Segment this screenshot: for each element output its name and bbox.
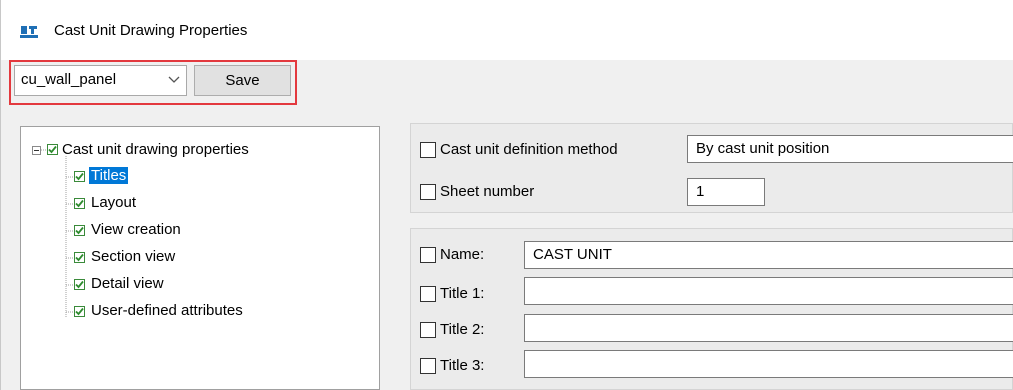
definition-method-field[interactable]: By cast unit position	[687, 135, 1013, 163]
window-left-border	[0, 0, 1, 390]
preset-value: cu_wall_panel	[21, 71, 117, 88]
title1-field[interactable]	[524, 277, 1013, 305]
name-field[interactable]: CAST UNIT	[524, 241, 1013, 269]
titles-group: Name: CAST UNIT Title 1: Title 2: Title …	[410, 228, 1013, 390]
checkbox-checked-icon[interactable]	[74, 198, 85, 209]
chevron-down-icon	[168, 76, 180, 83]
title3-field[interactable]	[524, 350, 1013, 378]
tree-item-user-defined-attributes[interactable]: User-defined attributes	[91, 302, 243, 319]
title-bar: Cast Unit Drawing Properties	[0, 0, 1013, 60]
tree-root-label[interactable]: Cast unit drawing properties	[62, 141, 249, 158]
definition-method-label: Cast unit definition method	[440, 141, 618, 158]
name-label: Name:	[440, 246, 485, 263]
tekla-drawing-icon	[20, 26, 38, 38]
property-tree[interactable]: Cast unit drawing properties Titles Layo…	[20, 126, 380, 390]
preset-dropdown[interactable]: cu_wall_panel	[14, 65, 187, 96]
checkbox-checked-icon[interactable]	[74, 171, 85, 182]
tree-item-section-view[interactable]: Section view	[91, 248, 175, 265]
title1-label: Title 1:	[440, 285, 485, 302]
save-button[interactable]: Save	[194, 65, 291, 96]
title2-checkbox[interactable]	[420, 322, 436, 338]
sheet-number-field[interactable]: 1	[687, 178, 765, 206]
title1-checkbox[interactable]	[420, 286, 436, 302]
sheet-number-checkbox[interactable]	[420, 184, 436, 200]
title3-label: Title 3:	[440, 357, 485, 374]
checkbox-checked-icon[interactable]	[74, 279, 85, 290]
name-checkbox[interactable]	[420, 247, 436, 263]
checkbox-checked-icon[interactable]	[47, 144, 58, 155]
collapse-toggle-icon[interactable]	[32, 146, 41, 155]
tree-item-titles[interactable]: Titles	[89, 167, 129, 184]
title2-field[interactable]	[524, 314, 1013, 342]
checkbox-checked-icon[interactable]	[74, 306, 85, 317]
checkbox-checked-icon[interactable]	[74, 225, 85, 236]
sheet-number-label: Sheet number	[440, 183, 535, 200]
definition-method-checkbox[interactable]	[420, 142, 436, 158]
title3-checkbox[interactable]	[420, 358, 436, 374]
title2-label: Title 2:	[440, 321, 485, 338]
tree-item-layout[interactable]: Layout	[91, 194, 136, 211]
checkbox-checked-icon[interactable]	[74, 252, 85, 263]
tree-item-view-creation[interactable]: View creation	[91, 221, 181, 238]
tree-item-detail-view[interactable]: Detail view	[91, 275, 164, 292]
general-settings-group: Cast unit definition method By cast unit…	[410, 123, 1013, 213]
window-title: Cast Unit Drawing Properties	[54, 22, 248, 39]
